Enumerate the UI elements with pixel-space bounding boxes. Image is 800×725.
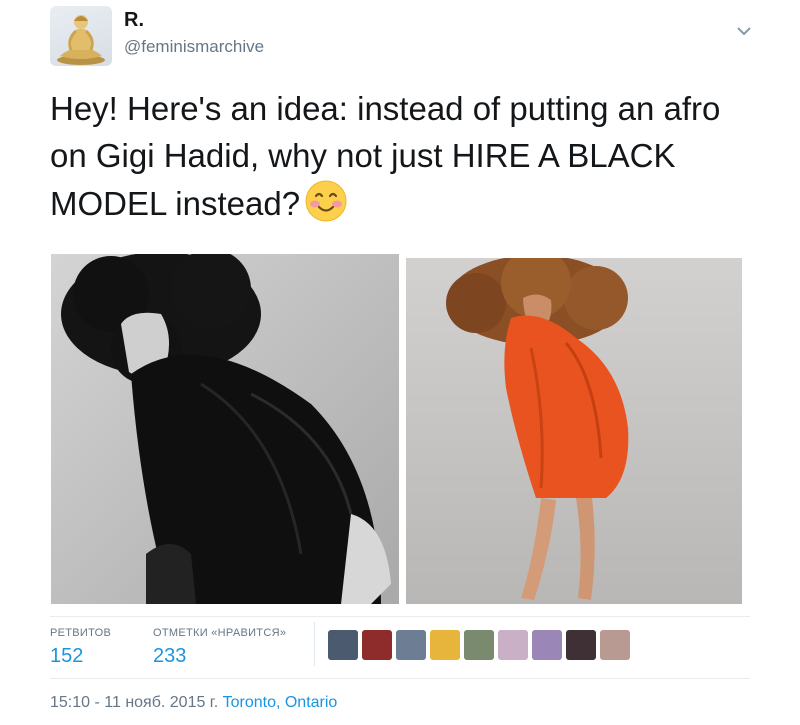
blushing-smile-emoji-icon (304, 179, 348, 223)
chevron-down-icon[interactable] (735, 24, 753, 38)
tweet-text: Hey! Here's an idea: instead of putting … (50, 85, 750, 227)
liker-avatar[interactable] (498, 630, 528, 660)
avatar-figure-image (57, 15, 105, 65)
location-link[interactable]: Toronto, Ontario (223, 694, 338, 711)
retweets-label: РЕТВИТОВ (50, 627, 112, 639)
stats-separator (314, 622, 315, 666)
user-handle[interactable]: @feminismarchive (124, 37, 264, 57)
timestamp-text[interactable]: 15:10 - 11 нояб. 2015 г. (50, 694, 218, 711)
divider-top (50, 616, 750, 617)
divider-bottom (50, 678, 750, 679)
liker-avatar[interactable] (396, 630, 426, 660)
retweets-count[interactable]: 152 (50, 645, 83, 668)
liker-avatar[interactable] (328, 630, 358, 660)
tweet-text-content: Hey! Here's an idea: instead of putting … (50, 90, 721, 222)
liker-avatar[interactable] (532, 630, 562, 660)
liker-avatar[interactable] (600, 630, 630, 660)
liker-avatar[interactable] (566, 630, 596, 660)
tweet-photo-black-white[interactable] (51, 254, 399, 604)
tweet-timestamp: 15:10 - 11 нояб. 2015 г. Toronto, Ontari… (50, 694, 337, 712)
profile-avatar[interactable] (50, 6, 112, 66)
tweet-photo-orange-coat[interactable] (406, 258, 742, 604)
liker-avatar[interactable] (464, 630, 494, 660)
display-name[interactable]: R. (124, 9, 144, 32)
liker-avatar[interactable] (430, 630, 460, 660)
likes-count[interactable]: 233 (153, 645, 186, 668)
liker-avatar[interactable] (362, 630, 392, 660)
likes-label: ОТМЕТКИ «НРАВИТСЯ» (153, 627, 287, 639)
